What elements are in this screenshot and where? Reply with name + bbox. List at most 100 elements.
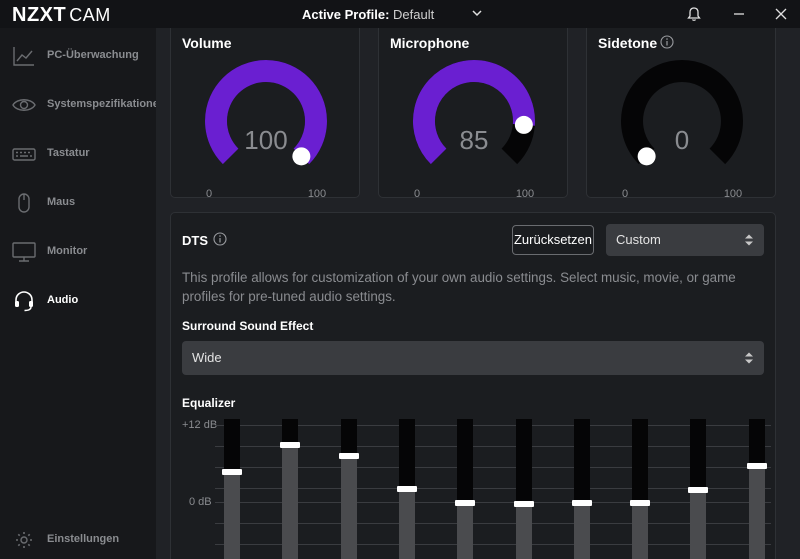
sidebar-item-monitor[interactable]: Monitor: [0, 235, 156, 269]
surround-select[interactable]: Wide: [182, 341, 764, 375]
eq-band-handle[interactable]: [571, 499, 592, 506]
equalizer-title: Equalizer: [182, 396, 236, 410]
sort-arrows-icon: [745, 234, 753, 246]
eq-band-fill: [573, 502, 590, 559]
eq-band-slider[interactable]: [455, 419, 476, 559]
eq-band-handle[interactable]: [630, 500, 651, 507]
product-name: CAM: [69, 5, 111, 25]
eye-icon: [12, 99, 36, 111]
eq-band-slider[interactable]: [688, 419, 709, 559]
sort-arrows-icon: [745, 352, 753, 364]
gauge-knob[interactable]: [637, 147, 656, 166]
eq-band-slider[interactable]: [396, 419, 417, 559]
eq-band-fill: [398, 489, 415, 559]
sidebar: PC-Überwachung Systemspezifikationen Tas…: [0, 28, 166, 559]
eq-band-slider[interactable]: [630, 419, 651, 559]
eq-gridline: [215, 523, 771, 524]
monitor-icon: [12, 242, 36, 262]
sidebar-item-label: Audio: [47, 294, 79, 306]
brand-name: NZXT: [12, 4, 67, 26]
eq-band-fill: [340, 456, 357, 559]
gauge-value: 0: [675, 125, 689, 155]
gauge-value: 100: [244, 125, 287, 155]
eq-band-fill: [457, 503, 474, 559]
microphone-card: Microphone 85 0 100: [378, 28, 569, 199]
eq-band-handle[interactable]: [396, 486, 417, 493]
dts-title: DTS: [182, 233, 208, 248]
eq-band-handle[interactable]: [746, 463, 767, 470]
sidebar-item-label: Systemspezifikationen: [47, 98, 166, 110]
eq-gridline: [215, 544, 771, 545]
eq-gridline: [215, 425, 771, 426]
eq-band-slider[interactable]: [571, 419, 592, 559]
sidebar-item-pc-monitoring[interactable]: PC-Überwachung: [0, 39, 156, 73]
active-profile-label: Active Profile:: [302, 7, 390, 22]
sidebar-item-label: PC-Überwachung: [47, 49, 139, 61]
eq-band-fill: [690, 490, 707, 559]
eq-band-slider[interactable]: [338, 419, 359, 559]
dts-card: DTS Zurücksetzen Custom This profile all…: [170, 212, 776, 559]
eq-band-slider[interactable]: [746, 419, 767, 559]
sidebar-item-label: Maus: [47, 196, 76, 208]
eq-band-handle[interactable]: [688, 487, 709, 494]
gauge-min-label: 0: [206, 188, 212, 199]
bell-icon[interactable]: [685, 5, 703, 23]
eq-band-handle[interactable]: [338, 453, 359, 460]
gear-icon: [16, 532, 32, 548]
title-bar: NZXT CAM Active Profile: Default: [0, 0, 800, 28]
app-logo: NZXT CAM: [12, 4, 111, 27]
minimize-icon[interactable]: [730, 5, 748, 23]
eq-band-fill: [224, 471, 240, 559]
gauge-value: 85: [460, 125, 489, 155]
dts-description: This profile allows for customization of…: [182, 270, 736, 304]
eq-band-slider[interactable]: [513, 419, 534, 559]
gauge-max-label: 100: [516, 188, 534, 199]
keyboard-icon: [12, 148, 36, 161]
gauge-max-label: 100: [724, 188, 742, 199]
gauge-max-label: 100: [308, 188, 326, 199]
eq-band-handle[interactable]: [222, 468, 242, 475]
eq-band-slider[interactable]: [280, 419, 301, 559]
sidebar-item-label: Tastatur: [47, 147, 90, 159]
sidebar-item-mouse[interactable]: Maus: [0, 186, 156, 220]
eq-top-label: +12 dB: [182, 419, 218, 431]
headset-icon: [15, 291, 33, 312]
main-content: Volume 100 0 100 Microphone 85 0 100 Sid…: [156, 28, 800, 559]
microphone-gauge[interactable]: 85 0 100: [379, 39, 569, 199]
volume-card: Volume 100 0 100: [170, 28, 361, 199]
reset-button[interactable]: Zurücksetzen: [512, 225, 594, 255]
gauge-min-label: 0: [622, 188, 628, 199]
gauge-knob[interactable]: [514, 115, 533, 134]
gauge-knob[interactable]: [292, 147, 311, 166]
eq-band-slider[interactable]: [222, 419, 242, 559]
sidebar-item-system-specs[interactable]: Systemspezifikationen: [0, 88, 166, 122]
sidebar-item-label: Monitor: [47, 245, 88, 257]
eq-band-fill: [515, 503, 532, 559]
eq-band-handle[interactable]: [280, 441, 301, 448]
chevron-down-icon[interactable]: [470, 6, 484, 20]
sidetone-card: Sidetone 0 0 100: [586, 28, 777, 199]
sidebar-item-keyboard[interactable]: Tastatur: [0, 137, 156, 171]
eq-mid-label: 0 dB: [189, 496, 212, 508]
eq-band-fill: [632, 503, 649, 559]
eq-gridline: [215, 502, 771, 503]
surround-value: Wide: [192, 350, 222, 365]
eq-band-fill: [282, 444, 299, 559]
sidetone-gauge[interactable]: 0 0 100: [587, 39, 777, 199]
eq-band-fill: [748, 466, 765, 559]
chart-icon: [13, 47, 34, 66]
dts-preset-value: Custom: [616, 232, 661, 247]
sidebar-item-audio[interactable]: Audio: [0, 284, 156, 318]
mouse-icon: [18, 193, 30, 213]
sidebar-item-settings[interactable]: Einstellungen: [0, 523, 156, 557]
eq-band-handle[interactable]: [455, 500, 476, 507]
eq-gridline: [215, 467, 771, 468]
sidebar-item-label: Einstellungen: [47, 533, 120, 545]
volume-gauge[interactable]: 100 0 100: [171, 39, 361, 199]
eq-band-handle[interactable]: [513, 500, 534, 507]
surround-title: Surround Sound Effect: [182, 319, 314, 333]
info-icon[interactable]: [213, 232, 227, 246]
close-icon[interactable]: [772, 5, 790, 23]
gauge-min-label: 0: [414, 188, 420, 199]
dts-preset-select[interactable]: Custom: [606, 224, 764, 256]
